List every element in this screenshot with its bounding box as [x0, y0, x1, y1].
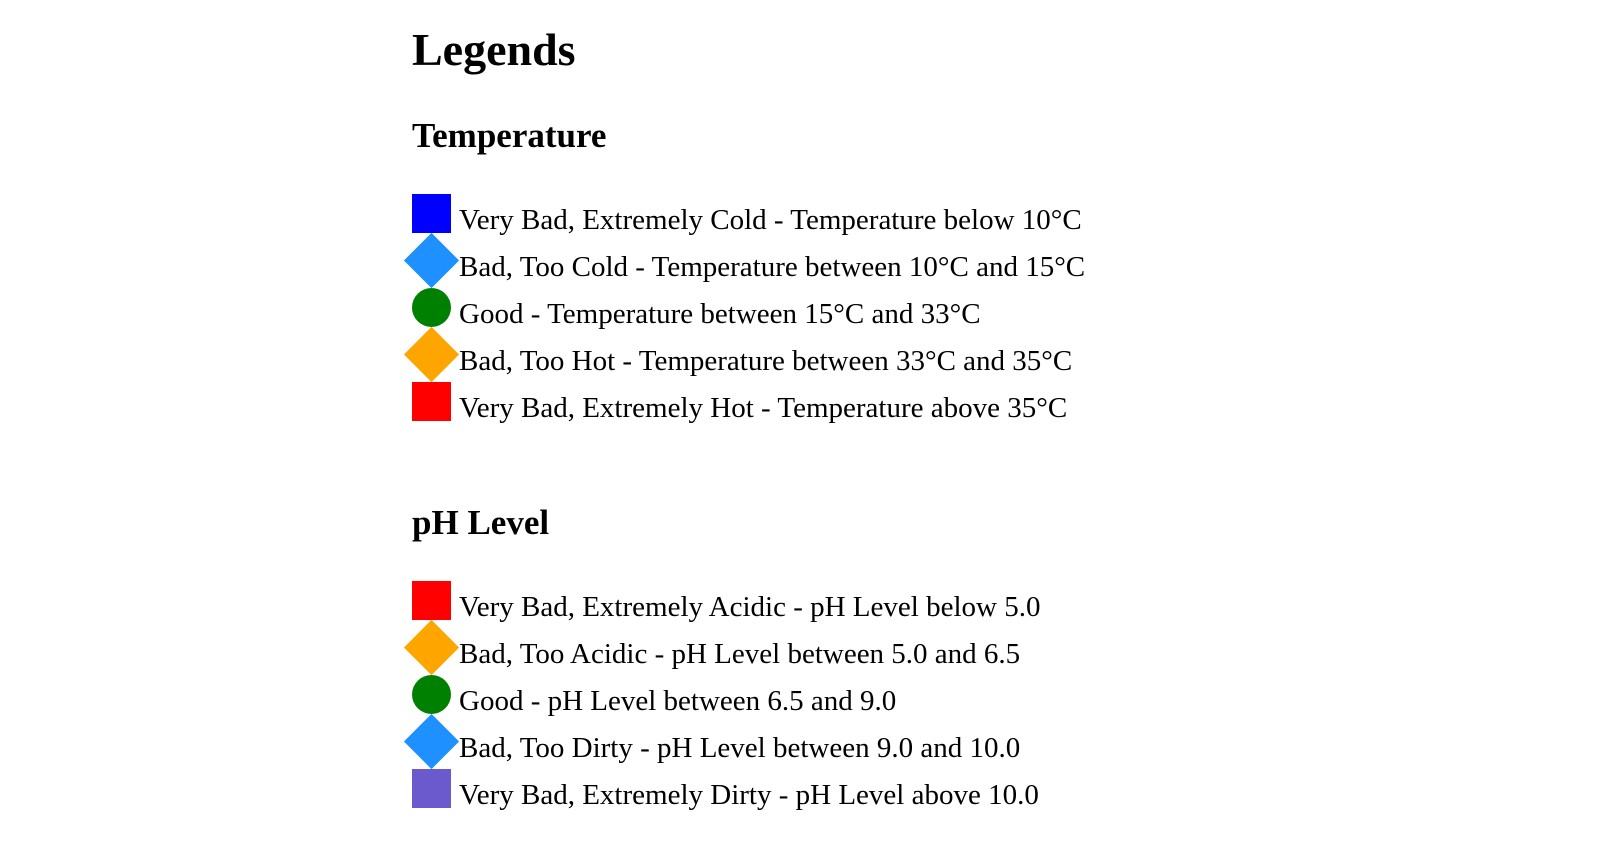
very-hot-square-icon: [412, 382, 451, 421]
page-title: Legends: [412, 24, 576, 75]
legend-item: Bad, Too Hot - Temperature between 33°C …: [403, 326, 1212, 383]
legend-item: Very Bad, Extremely Cold - Temperature b…: [412, 194, 1212, 241]
legend-item: Good - Temperature between 15°C and 33°C: [412, 288, 1212, 335]
legend-item: Bad, Too Cold - Temperature between 10°C…: [403, 232, 1212, 289]
legend-label: Bad, Too Acidic - pH Level between 5.0 a…: [459, 638, 1021, 670]
legend-item: Good - pH Level between 6.5 and 9.0: [412, 675, 1212, 722]
legend-label: Bad, Too Hot - Temperature between 33°C …: [459, 345, 1073, 377]
very-dirty-square-icon: [412, 769, 451, 808]
legend-item: Very Bad, Extremely Hot - Temperature ab…: [412, 382, 1212, 429]
legend-item: Very Bad, Extremely Dirty - pH Level abo…: [412, 769, 1212, 816]
ph-legend-list: Very Bad, Extremely Acidic - pH Level be…: [403, 581, 1212, 816]
legends-page: Legends Temperature Very Bad, Extremely …: [0, 0, 1600, 847]
good-temperature-circle-icon: [412, 288, 451, 327]
too-cold-diamond-icon: [403, 232, 460, 289]
too-hot-diamond-icon: [403, 326, 460, 383]
legend-item: Bad, Too Acidic - pH Level between 5.0 a…: [403, 619, 1212, 676]
legend-label: Very Bad, Extremely Hot - Temperature ab…: [459, 392, 1068, 424]
legend-label: Very Bad, Extremely Acidic - pH Level be…: [459, 591, 1041, 623]
section-title-ph-level: pH Level: [412, 503, 550, 542]
too-acidic-diamond-icon: [403, 619, 460, 676]
legend-item: Bad, Too Dirty - pH Level between 9.0 an…: [403, 713, 1212, 770]
legend-label: Good - pH Level between 6.5 and 9.0: [459, 685, 897, 717]
legend-label: Bad, Too Dirty - pH Level between 9.0 an…: [459, 732, 1021, 764]
section-title-temperature: Temperature: [412, 116, 607, 155]
very-acidic-square-icon: [412, 581, 451, 620]
legend-item: Very Bad, Extremely Acidic - pH Level be…: [412, 581, 1212, 628]
legend-label: Good - Temperature between 15°C and 33°C: [459, 298, 981, 330]
temperature-legend-list: Very Bad, Extremely Cold - Temperature b…: [403, 194, 1212, 429]
legend-label: Bad, Too Cold - Temperature between 10°C…: [459, 251, 1086, 283]
too-dirty-diamond-icon: [403, 713, 460, 770]
good-ph-circle-icon: [412, 675, 451, 714]
legend-label: Very Bad, Extremely Dirty - pH Level abo…: [459, 779, 1039, 811]
very-cold-square-icon: [412, 194, 451, 233]
legend-label: Very Bad, Extremely Cold - Temperature b…: [459, 204, 1082, 236]
